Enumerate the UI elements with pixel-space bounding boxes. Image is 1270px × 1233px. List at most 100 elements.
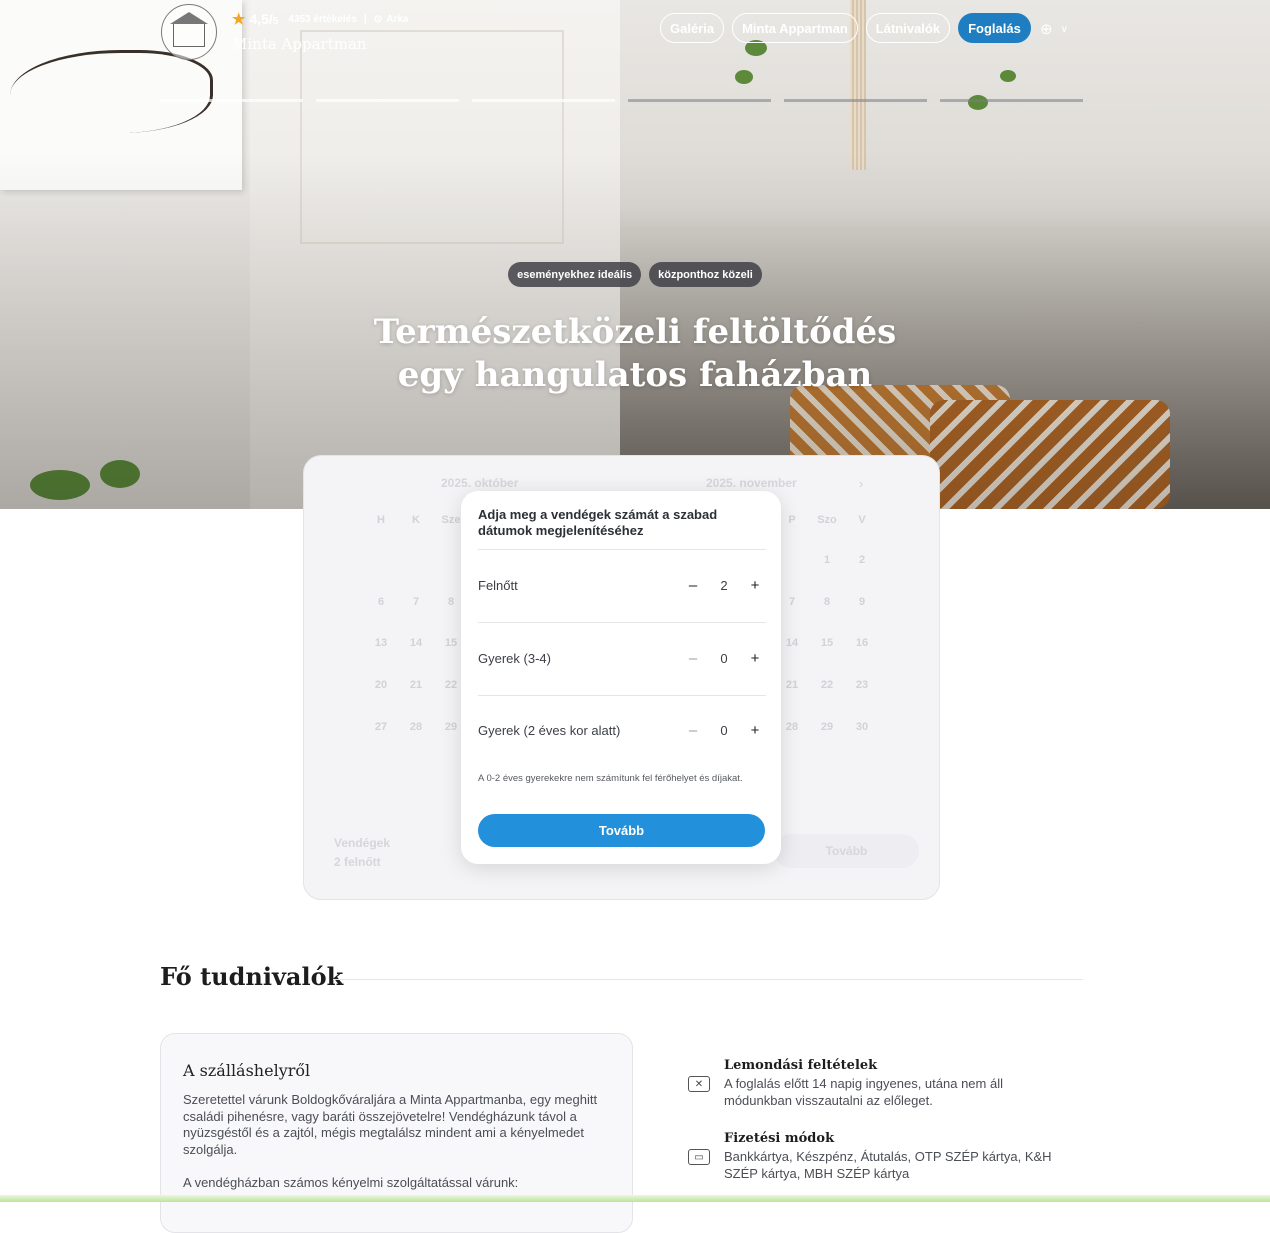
- globe-icon: ⊕: [1040, 21, 1053, 38]
- chevron-down-icon: ∨: [1060, 23, 1068, 35]
- adult-increment-button[interactable]: +: [744, 577, 766, 594]
- main-nav: Galéria Minta Appartman Látnivalók Fogla…: [660, 13, 1031, 43]
- divider: [478, 549, 766, 550]
- calendar-day[interactable]: 2: [847, 554, 877, 566]
- calendar-day[interactable]: 27: [366, 721, 396, 733]
- divider: [478, 695, 766, 696]
- calendar-day[interactable]: 14: [401, 637, 431, 649]
- cancellation-text: A foglalás előtt 14 napig ingyenes, után…: [724, 1076, 1003, 1108]
- payment-text: Bankkártya, Készpénz, Átutalás, OTP SZÉP…: [724, 1149, 1052, 1181]
- section-divider: [333, 979, 1083, 980]
- calendar-day[interactable]: 7: [401, 596, 431, 608]
- calendar-day[interactable]: 6: [366, 596, 396, 608]
- logo[interactable]: [161, 4, 217, 60]
- calendar-next-button[interactable]: Tovább: [774, 834, 919, 868]
- calendar-day[interactable]: 21: [777, 679, 807, 691]
- cancellation-title: Lemondási feltételek: [724, 1058, 878, 1073]
- star-icon: ★: [232, 11, 246, 28]
- calendar-day[interactable]: 1: [812, 554, 842, 566]
- weekday: H: [377, 514, 385, 526]
- infant-row: Gyerek (2 éves kor alatt) – 0 +: [478, 715, 766, 745]
- calendar-day[interactable]: 30: [847, 721, 877, 733]
- infant-decrement-button[interactable]: –: [682, 722, 704, 739]
- calendar-day[interactable]: 14: [777, 637, 807, 649]
- infant-count: 0: [720, 722, 728, 738]
- calendar-day[interactable]: 15: [812, 637, 842, 649]
- calendar-day[interactable]: 28: [777, 721, 807, 733]
- rating-max: 5: [272, 16, 279, 27]
- guests-label: Vendégek: [334, 836, 391, 850]
- separator: |: [363, 13, 367, 25]
- slide-indicator[interactable]: [160, 99, 303, 102]
- weekday: V: [858, 514, 866, 526]
- calendar-day[interactable]: 29: [812, 721, 842, 733]
- guest-count-modal: Adja meg a vendégek számát a szabad dátu…: [461, 491, 781, 864]
- calendar-day[interactable]: 16: [847, 637, 877, 649]
- divider: [478, 622, 766, 623]
- hero-tags: eseményekhez ideális központhoz közeli: [0, 262, 1270, 287]
- payment-icon: ▭: [688, 1149, 710, 1165]
- nav-booking-button[interactable]: Foglalás: [958, 13, 1031, 43]
- calendar-day[interactable]: 23: [847, 679, 877, 691]
- slide-indicator[interactable]: [472, 99, 615, 102]
- calendar-day[interactable]: 13: [366, 637, 396, 649]
- payment-methods: ▭ Fizetési módok Bankkártya, Készpénz, Á…: [688, 1131, 1054, 1182]
- infant-label: Gyerek (2 éves kor alatt): [478, 722, 621, 738]
- calendar-day[interactable]: 20: [366, 679, 396, 691]
- calendar-day[interactable]: 8: [812, 596, 842, 608]
- hero-title-line1: Természetközeli feltöltődés: [373, 312, 897, 352]
- calendar-day[interactable]: 7: [777, 596, 807, 608]
- about-services-text: A vendégházban számos kényelmi szolgálta…: [183, 1175, 519, 1190]
- adult-decrement-button[interactable]: –: [682, 577, 704, 594]
- tag-events: eseményekhez ideális: [508, 262, 642, 287]
- continue-button[interactable]: Tovább: [478, 814, 765, 847]
- guests-summary[interactable]: Vendégek 2 felnőtt: [334, 834, 390, 872]
- pin-icon: ⊙: [373, 13, 383, 25]
- calendar-day[interactable]: 28: [401, 721, 431, 733]
- review-count: 4353 értékelés: [288, 13, 357, 25]
- rating-summary: ★ 4,5/5 4353 értékelés | ⊙ Arka: [232, 10, 409, 28]
- infant-increment-button[interactable]: +: [744, 722, 766, 739]
- about-title: A szálláshelyről: [183, 1061, 311, 1080]
- tag-central: központhoz közeli: [649, 262, 762, 287]
- cancellation-policy: ✕ Lemondási feltételek A foglalás előtt …: [688, 1058, 1054, 1109]
- hero-banner: [0, 0, 1270, 509]
- adult-count: 2: [720, 577, 728, 593]
- slide-indicator[interactable]: [784, 99, 927, 102]
- slide-indicator[interactable]: [940, 99, 1083, 102]
- bottom-strip: [0, 1195, 1270, 1202]
- nav-gallery[interactable]: Galéria: [660, 13, 725, 43]
- nav-apartment[interactable]: Minta Appartman: [732, 13, 858, 43]
- nav-sights[interactable]: Látnivalók: [865, 13, 951, 43]
- child-3-4-increment-button[interactable]: +: [744, 650, 766, 667]
- guests-value: 2 felnőtt: [334, 855, 381, 869]
- chevron-right-icon[interactable]: ›: [859, 476, 863, 491]
- about-text: Szeretettel várunk Boldogkőváraljára a M…: [183, 1092, 598, 1157]
- calendar-day[interactable]: 22: [812, 679, 842, 691]
- about-card: A szálláshelyről Szeretettel várunk Bold…: [160, 1033, 633, 1233]
- child-3-4-label: Gyerek (3-4): [478, 650, 551, 666]
- modal-title: Adja meg a vendégek számát a szabad dátu…: [478, 507, 718, 538]
- hero-title-line2: egy hangulatos faházban: [397, 355, 873, 395]
- hero-shade: [0, 0, 1270, 509]
- location: Arka: [386, 13, 409, 25]
- weekday: K: [412, 514, 420, 526]
- brand-name[interactable]: Minta Appartman: [232, 35, 367, 53]
- child-3-4-decrement-button[interactable]: –: [682, 650, 704, 667]
- adult-row: Felnőtt – 2 +: [478, 570, 766, 600]
- child-3-4-row: Gyerek (3-4) – 0 +: [478, 643, 766, 673]
- rating-score: 4,5/: [249, 11, 273, 27]
- infant-note: A 0-2 éves gyerekekre nem számítunk fel …: [478, 773, 743, 784]
- calendar-day[interactable]: 9: [847, 596, 877, 608]
- month-left: 2025. október: [441, 476, 519, 490]
- slide-indicator[interactable]: [316, 99, 459, 102]
- hero-title: Természetközeli feltöltődés egy hangulat…: [0, 311, 1270, 397]
- slide-indicator[interactable]: [628, 99, 771, 102]
- payment-title: Fizetési módok: [724, 1131, 835, 1146]
- weekday: Szo: [817, 514, 837, 526]
- adult-label: Felnőtt: [478, 577, 518, 593]
- child-3-4-count: 0: [720, 650, 728, 666]
- calendar-day[interactable]: 21: [401, 679, 431, 691]
- cancel-icon: ✕: [688, 1076, 710, 1092]
- language-selector[interactable]: ⊕ ∨: [1040, 20, 1068, 38]
